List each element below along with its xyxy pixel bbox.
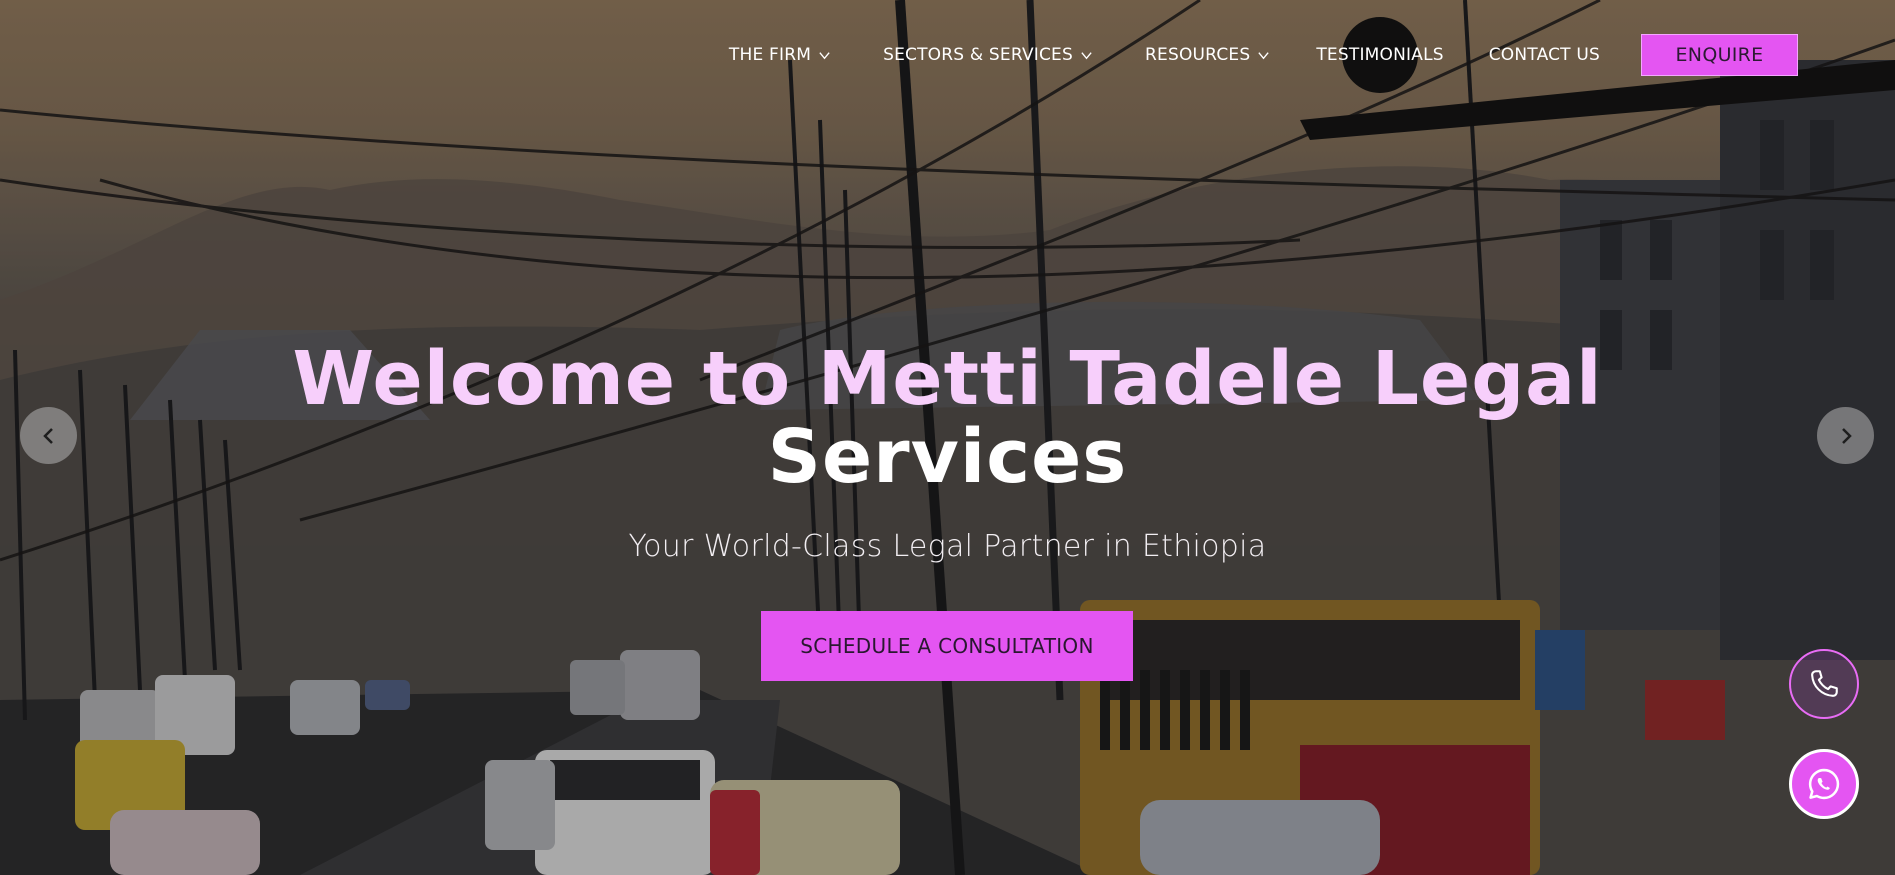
- nav-item-resources[interactable]: RESOURCES: [1145, 45, 1270, 65]
- nav-item-label: RESOURCES: [1145, 45, 1251, 65]
- nav-item-the-firm[interactable]: THE FIRM: [729, 45, 831, 65]
- enquire-button[interactable]: ENQUIRE: [1641, 34, 1798, 76]
- nav-item-label: THE FIRM: [728, 45, 812, 65]
- whatsapp-button[interactable]: [1789, 749, 1859, 819]
- carousel-prev-button[interactable]: [20, 407, 77, 464]
- whatsapp-icon: [1808, 768, 1840, 800]
- nav-item-label: TESTIMONIALS: [1316, 45, 1444, 65]
- hero-section: THE FIRM SECTORS & SERVICES RESOURCES TE…: [0, 0, 1895, 875]
- chevron-down-icon: [819, 51, 830, 59]
- main-nav: THE FIRM SECTORS & SERVICES RESOURCES TE…: [729, 34, 1798, 76]
- chevron-right-icon: [1841, 427, 1852, 444]
- hero-title-line-2: Services: [767, 414, 1128, 500]
- hero-subtitle: Your World-Class Legal Partner in Ethiop…: [628, 529, 1267, 564]
- chevron-down-icon: [1081, 51, 1092, 59]
- carousel-next-button[interactable]: [1817, 407, 1874, 464]
- schedule-consultation-button[interactable]: SCHEDULE A CONSULTATION: [761, 611, 1133, 681]
- phone-call-button[interactable]: [1789, 649, 1859, 719]
- nav-item-contact-us[interactable]: CONTACT US: [1489, 45, 1600, 65]
- hero-title-line-1: Welcome to Metti Tadele Legal: [292, 336, 1603, 422]
- phone-icon: [1811, 670, 1838, 697]
- chevron-down-icon: [1258, 51, 1270, 59]
- nav-item-testimonials[interactable]: TESTIMONIALS: [1316, 45, 1443, 65]
- chevron-left-icon: [42, 427, 53, 444]
- nav-item-label: SECTORS & SERVICES: [883, 45, 1073, 65]
- hero-title: Welcome to Metti Tadele Legal Services: [0, 340, 1895, 496]
- nav-item-sectors-services[interactable]: SECTORS & SERVICES: [883, 45, 1093, 65]
- nav-item-label: CONTACT US: [1488, 45, 1600, 65]
